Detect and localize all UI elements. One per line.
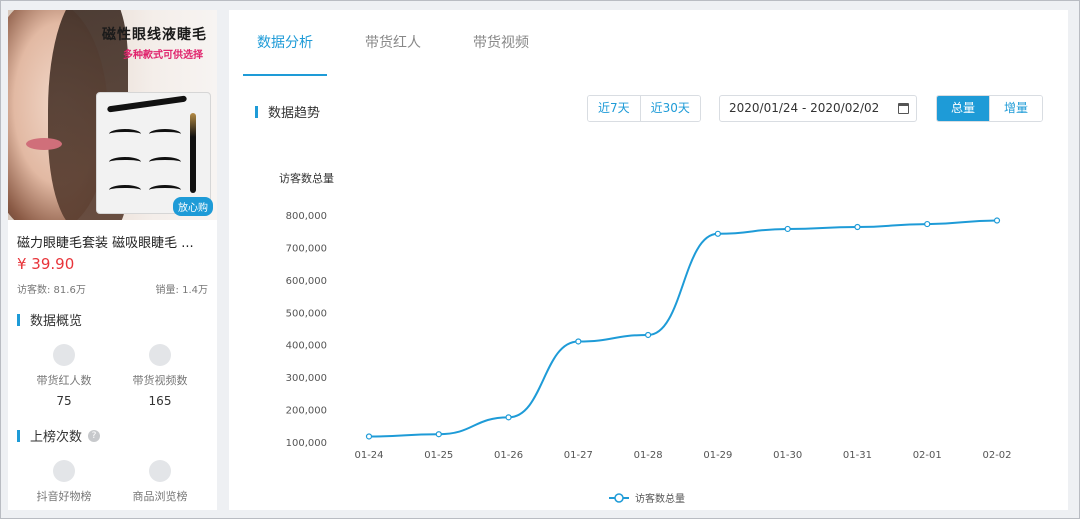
last-30-days-button[interactable]: 近30天: [639, 96, 700, 121]
overview-title-text: 数据概览: [30, 314, 83, 329]
legend-marker: [614, 493, 624, 503]
browse-rank: 商品浏览榜: [110, 460, 210, 504]
x-tick-label: 01-24: [354, 450, 383, 461]
x-tick-label: 01-25: [424, 450, 453, 461]
promo-title: 磁性眼线液睫毛: [102, 27, 207, 43]
chart-legend[interactable]: 访客数总量: [609, 492, 685, 505]
last-7-days-button[interactable]: 近7天: [588, 96, 640, 121]
date-range-picker[interactable]: 2020/01/24 - 2020/02/02: [719, 95, 917, 122]
y-axis-label: 访客数总量: [279, 171, 334, 185]
lash-icon: [149, 129, 181, 139]
tab-videos[interactable]: 带货视频: [459, 10, 543, 76]
period-buttons: 近7天 近30天: [587, 95, 701, 122]
y-tick-label: 500,000: [286, 308, 327, 319]
video-value: 165: [148, 394, 172, 408]
y-tick-label: 300,000: [286, 373, 327, 384]
eye-icon: [149, 460, 171, 482]
x-tick-label: 01-26: [494, 450, 523, 461]
play-icon: [149, 344, 171, 366]
y-tick-label: 800,000: [286, 211, 327, 222]
tab-bar: 数据分析 带货红人 带货视频: [243, 10, 567, 76]
trend-title-text: 数据趋势: [268, 106, 321, 121]
x-tick-label: 01-28: [634, 450, 663, 461]
ranking-title: 上榜次数 ?: [17, 426, 101, 445]
x-tick-label: 02-01: [913, 450, 942, 461]
product-panel: 磁性眼线液睫毛 多种款式可供选择 放心购 磁力眼睫毛套装 磁吸眼睫毛 ... ¥…: [8, 10, 217, 510]
analysis-panel: 数据分析 带货红人 带货视频 数据趋势 近7天 近30天 2020/01/24 …: [229, 10, 1068, 510]
y-tick-label: 200,000: [286, 406, 327, 417]
tweezer-icon: [106, 95, 188, 113]
section-marker: [17, 313, 20, 326]
data-point[interactable]: [645, 331, 652, 339]
browse-rank-label: 商品浏览榜: [132, 490, 188, 503]
y-tick-label: 700,000: [286, 243, 327, 254]
visitor-count: 访客数: 81.6万: [17, 285, 86, 296]
douyin-rank: 抖音好物榜: [14, 460, 114, 504]
product-image[interactable]: 磁性眼线液睫毛 多种款式可供选择 放心购: [8, 10, 217, 220]
y-tick-label: 100,000: [286, 438, 327, 449]
overview-title: 数据概览: [17, 310, 82, 329]
sales-count: 销量: 1.4万: [155, 285, 208, 296]
tab-data-analysis[interactable]: 数据分析: [243, 10, 327, 76]
douyin-rank-label: 抖音好物榜: [36, 490, 92, 503]
data-point[interactable]: [575, 338, 582, 345]
data-point[interactable]: [924, 220, 931, 228]
data-point[interactable]: [435, 431, 442, 438]
eyeliner-icon: [190, 113, 196, 193]
shopping-bag-icon: [53, 460, 75, 482]
x-tick-label: 02-02: [982, 450, 1011, 461]
section-marker: [17, 429, 20, 442]
lash-icon: [109, 157, 141, 167]
legend-label: 访客数总量: [635, 492, 685, 505]
y-tick-label: 600,000: [286, 276, 327, 287]
calendar-icon: [898, 103, 909, 114]
help-icon[interactable]: ?: [88, 429, 101, 442]
trend-title: 数据趋势: [255, 102, 320, 121]
influencer-label: 带货红人数: [36, 374, 92, 387]
data-point[interactable]: [365, 433, 373, 440]
tab-influencers[interactable]: 带货红人: [351, 10, 435, 76]
total-button[interactable]: 总量: [937, 96, 990, 121]
user-icon: [53, 344, 75, 366]
influencer-value: 75: [56, 394, 72, 408]
y-tick-label: 400,000: [286, 341, 327, 352]
data-points: [365, 217, 1001, 440]
lash-icon: [109, 129, 141, 139]
video-label: 带货视频数: [132, 374, 188, 387]
product-price: ¥ 39.90: [17, 255, 75, 273]
lash-box: [96, 92, 211, 214]
promo-subtitle: 多种款式可供选择: [123, 50, 203, 61]
data-point[interactable]: [993, 217, 1001, 224]
trust-badge: 放心购: [173, 197, 213, 216]
model-lips: [26, 138, 62, 150]
x-tick-label: 01-29: [703, 450, 732, 461]
x-tick-label: 01-30: [773, 450, 802, 461]
product-name[interactable]: 磁力眼睫毛套装 磁吸眼睫毛 ...: [17, 232, 194, 251]
data-point[interactable]: [784, 225, 791, 233]
lash-icon: [149, 157, 181, 167]
x-tick-label: 01-27: [564, 450, 593, 461]
y-ticks: 100,000 200,000 300,000 400,000 500,000 600,0…: [286, 211, 327, 449]
data-point[interactable]: [505, 414, 512, 421]
increment-button[interactable]: 增量: [989, 96, 1043, 121]
lash-icon: [109, 185, 141, 195]
date-range-text: 2020/01/24 - 2020/02/02: [729, 101, 880, 115]
ranking-title-text: 上榜次数: [30, 430, 83, 445]
visitor-chart: 访客数总量 100,000 200,000 300,000 400,000 500,00…: [279, 171, 1012, 505]
mode-buttons: 总量 增量: [936, 95, 1044, 122]
x-ticks: 01-24 01-25 01-26 01-27 01-28 01-29 01-30 01-31…: [354, 450, 1011, 461]
section-marker: [255, 105, 258, 118]
influencer-stat: 带货红人数 75: [14, 344, 114, 408]
series-line: [368, 219, 998, 438]
x-tick-label: 01-31: [843, 450, 872, 461]
data-point[interactable]: [854, 223, 861, 231]
data-point[interactable]: [714, 230, 721, 237]
lash-icon: [149, 185, 181, 195]
video-stat: 带货视频数 165: [110, 344, 210, 408]
